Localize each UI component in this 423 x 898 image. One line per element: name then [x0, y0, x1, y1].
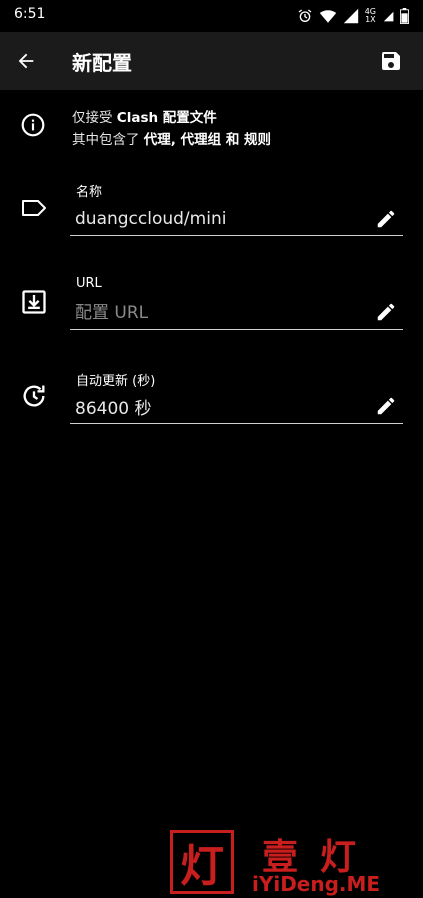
label-tag-icon [22, 200, 46, 216]
arrow-left-icon [18, 53, 34, 69]
network-type: 4G 1X [364, 7, 376, 24]
auto-update-label: 自动更新 (秒) [76, 374, 156, 389]
signal-icon-2 [383, 11, 394, 22]
name-label: 名称 [76, 185, 103, 200]
watermark-seal: 灯 [170, 830, 234, 894]
auto-update-edit-button[interactable] [372, 392, 400, 420]
pencil-icon [377, 303, 395, 321]
status-icons: 4G 1X [297, 6, 409, 26]
status-bar: 6:51 4G 1X [0, 0, 423, 32]
watermark: 灯 壹灯 iYiDeng.ME [170, 826, 420, 896]
url-input[interactable] [70, 296, 403, 330]
name-input[interactable] [70, 202, 403, 236]
update-clock-icon [23, 385, 45, 407]
save-icon [382, 52, 400, 70]
back-button[interactable] [10, 45, 42, 77]
url-edit-button[interactable] [372, 298, 400, 326]
save-button[interactable] [375, 45, 407, 77]
alarm-icon [298, 9, 312, 22]
info-text-line2: 其中包含了 代理, 代理组 和 规则 [72, 132, 272, 148]
pencil-icon [377, 397, 395, 415]
app-bar: 新配置 [0, 32, 423, 90]
download-icon [22, 290, 46, 314]
page-title: 新配置 [72, 51, 132, 75]
watermark-seal-char: 灯 [180, 841, 224, 892]
pencil-icon [377, 210, 395, 228]
signal-icon [343, 8, 358, 24]
info-icon [21, 113, 45, 137]
url-label: URL [76, 276, 102, 291]
battery-icon [400, 8, 409, 24]
info-text-line1: 仅接受 Clash 配置文件 [72, 110, 217, 126]
name-edit-button[interactable] [372, 205, 400, 233]
watermark-url: iYiDeng.ME [252, 872, 381, 896]
status-time: 6:51 [14, 6, 46, 22]
auto-update-input[interactable] [70, 390, 403, 424]
wifi-icon [319, 10, 336, 23]
